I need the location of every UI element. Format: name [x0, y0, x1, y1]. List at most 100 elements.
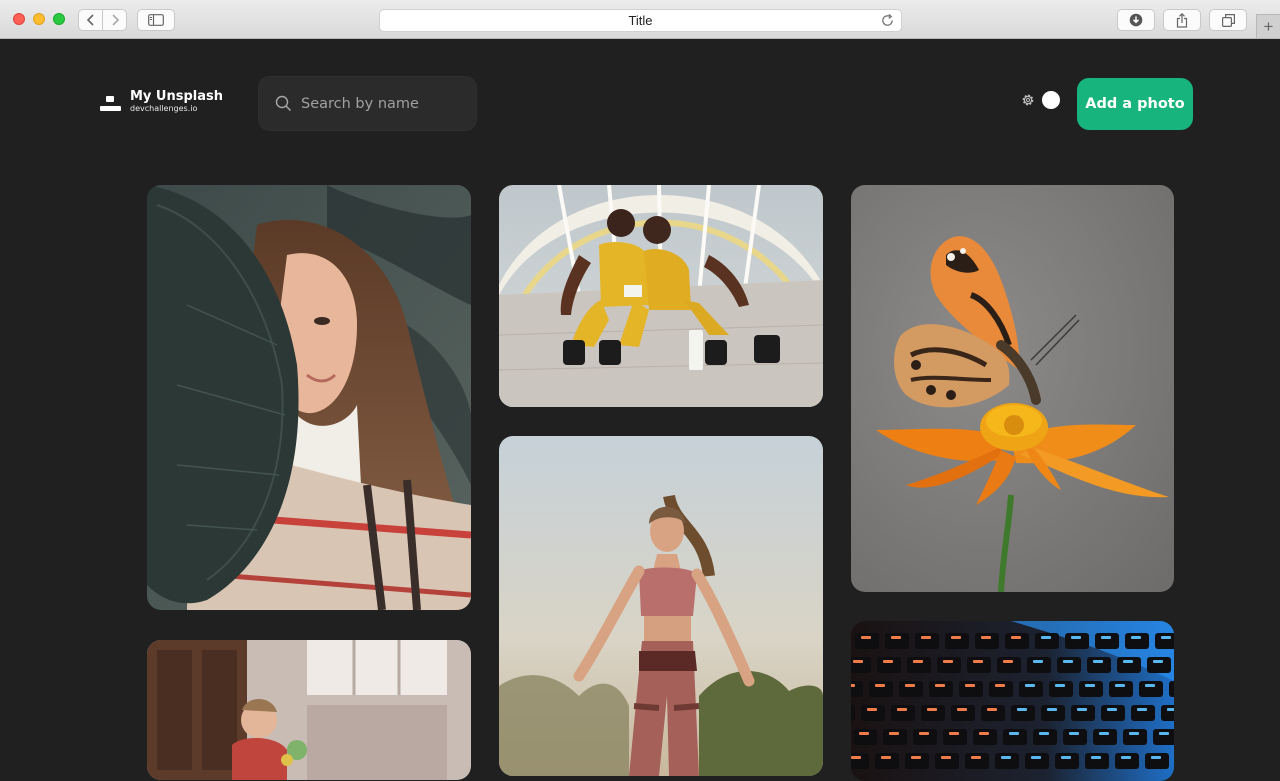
keyboard-key [1115, 753, 1139, 769]
key-backlight [1159, 732, 1169, 735]
key-backlight [1077, 708, 1087, 711]
reload-icon[interactable] [880, 13, 895, 28]
keyboard-key [1131, 705, 1155, 721]
keyboard-key [1155, 633, 1174, 649]
key-backlight [851, 684, 855, 687]
search-input[interactable] [301, 95, 471, 112]
back-button[interactable] [78, 9, 103, 31]
sidebar-icon [148, 14, 164, 26]
photo-woman-exercising[interactable] [499, 436, 823, 776]
key-backlight [1069, 732, 1079, 735]
keyboard-key [1027, 657, 1051, 673]
key-backlight [927, 708, 937, 711]
tab-overview-button[interactable] [1209, 9, 1247, 31]
new-tab-button[interactable]: + [1256, 14, 1280, 38]
keyboard-key [861, 705, 885, 721]
photo-child-in-room[interactable] [147, 640, 471, 780]
logo-icon [99, 92, 121, 112]
keyboard-key [1063, 729, 1087, 745]
keyboard-key [1003, 729, 1027, 745]
downloads-button[interactable] [1117, 9, 1155, 31]
photo-keyboard-closeup[interactable] [851, 621, 1174, 781]
zoom-window-button[interactable] [53, 13, 65, 25]
keyboard-key [1123, 729, 1147, 745]
keyboard-key [935, 753, 959, 769]
key-backlight [1101, 636, 1111, 639]
key-backlight [919, 732, 929, 735]
photo-two-women-sitting[interactable] [499, 185, 823, 407]
keyboard-key [951, 705, 975, 721]
keyboard-key [1161, 705, 1174, 721]
key-backlight [905, 684, 915, 687]
key-backlight [1085, 684, 1095, 687]
toggle-knob[interactable] [1042, 91, 1060, 109]
keyboard-key [967, 657, 991, 673]
keyboard-key [883, 729, 907, 745]
keyboard-key [937, 657, 961, 673]
keyboard-key [1055, 753, 1079, 769]
forward-button[interactable] [102, 9, 127, 31]
chevron-left-icon [86, 14, 94, 26]
keyboard-key [1101, 705, 1125, 721]
minimize-window-button[interactable] [33, 13, 45, 25]
key-backlight [995, 684, 1005, 687]
keyboard-key [853, 729, 877, 745]
search-box[interactable] [258, 76, 477, 131]
share-button[interactable] [1163, 9, 1201, 31]
key-backlight [1039, 732, 1049, 735]
address-bar[interactable]: Title [379, 9, 902, 32]
key-backlight [1017, 708, 1027, 711]
key-backlight [973, 660, 983, 663]
keyboard-key [885, 633, 909, 649]
keyboard-key [899, 681, 923, 697]
keyboard-key [1085, 753, 1109, 769]
keyboard-key [877, 657, 901, 673]
keyboard-key [997, 657, 1021, 673]
keyboard-key [1019, 681, 1043, 697]
keyboard-key [989, 681, 1013, 697]
key-backlight [1093, 660, 1103, 663]
key-backlight [965, 684, 975, 687]
keyboard-key [855, 633, 879, 649]
keyboard-key [851, 681, 863, 697]
key-backlight [1063, 660, 1073, 663]
key-backlight [875, 684, 885, 687]
key-backlight [979, 732, 989, 735]
keyboard-key [959, 681, 983, 697]
add-photo-button[interactable]: Add a photo [1077, 78, 1193, 130]
key-backlight [1131, 636, 1141, 639]
sidebar-toggle-button[interactable] [137, 9, 175, 31]
key-backlight [1033, 660, 1043, 663]
key-backlight [1099, 732, 1109, 735]
key-backlight [1129, 732, 1139, 735]
share-icon [1176, 12, 1188, 28]
photo-image [147, 185, 471, 610]
keyboard-key [1147, 657, 1171, 673]
keyboard-key [921, 705, 945, 721]
keyboard-key [929, 681, 953, 697]
key-backlight [1071, 636, 1081, 639]
keyboard-key [943, 729, 967, 745]
close-window-button[interactable] [13, 13, 25, 25]
chevron-right-icon [111, 14, 119, 26]
key-backlight [1123, 660, 1133, 663]
keyboard-key [1095, 633, 1119, 649]
keyboard-key [1087, 657, 1111, 673]
keyboard-key [1035, 633, 1059, 649]
key-backlight [935, 684, 945, 687]
keyboard-key [1109, 681, 1133, 697]
photo-woman-with-leaf[interactable] [147, 185, 471, 610]
app-logo[interactable]: My Unsplash devchallenges.io [99, 89, 223, 114]
keyboard-key [995, 753, 1019, 769]
photo-image [499, 436, 823, 776]
key-backlight [913, 660, 923, 663]
keyboard-key [1139, 681, 1163, 697]
keyboard-key [869, 681, 893, 697]
keyboard-key [851, 657, 871, 673]
keyboard-key [1079, 681, 1103, 697]
keyboard-key [907, 657, 931, 673]
theme-toggle[interactable] [1016, 89, 1062, 111]
photo-butterfly-on-flower[interactable] [851, 185, 1174, 592]
keyboard-key [981, 705, 1005, 721]
keyboard-key [1153, 729, 1174, 745]
